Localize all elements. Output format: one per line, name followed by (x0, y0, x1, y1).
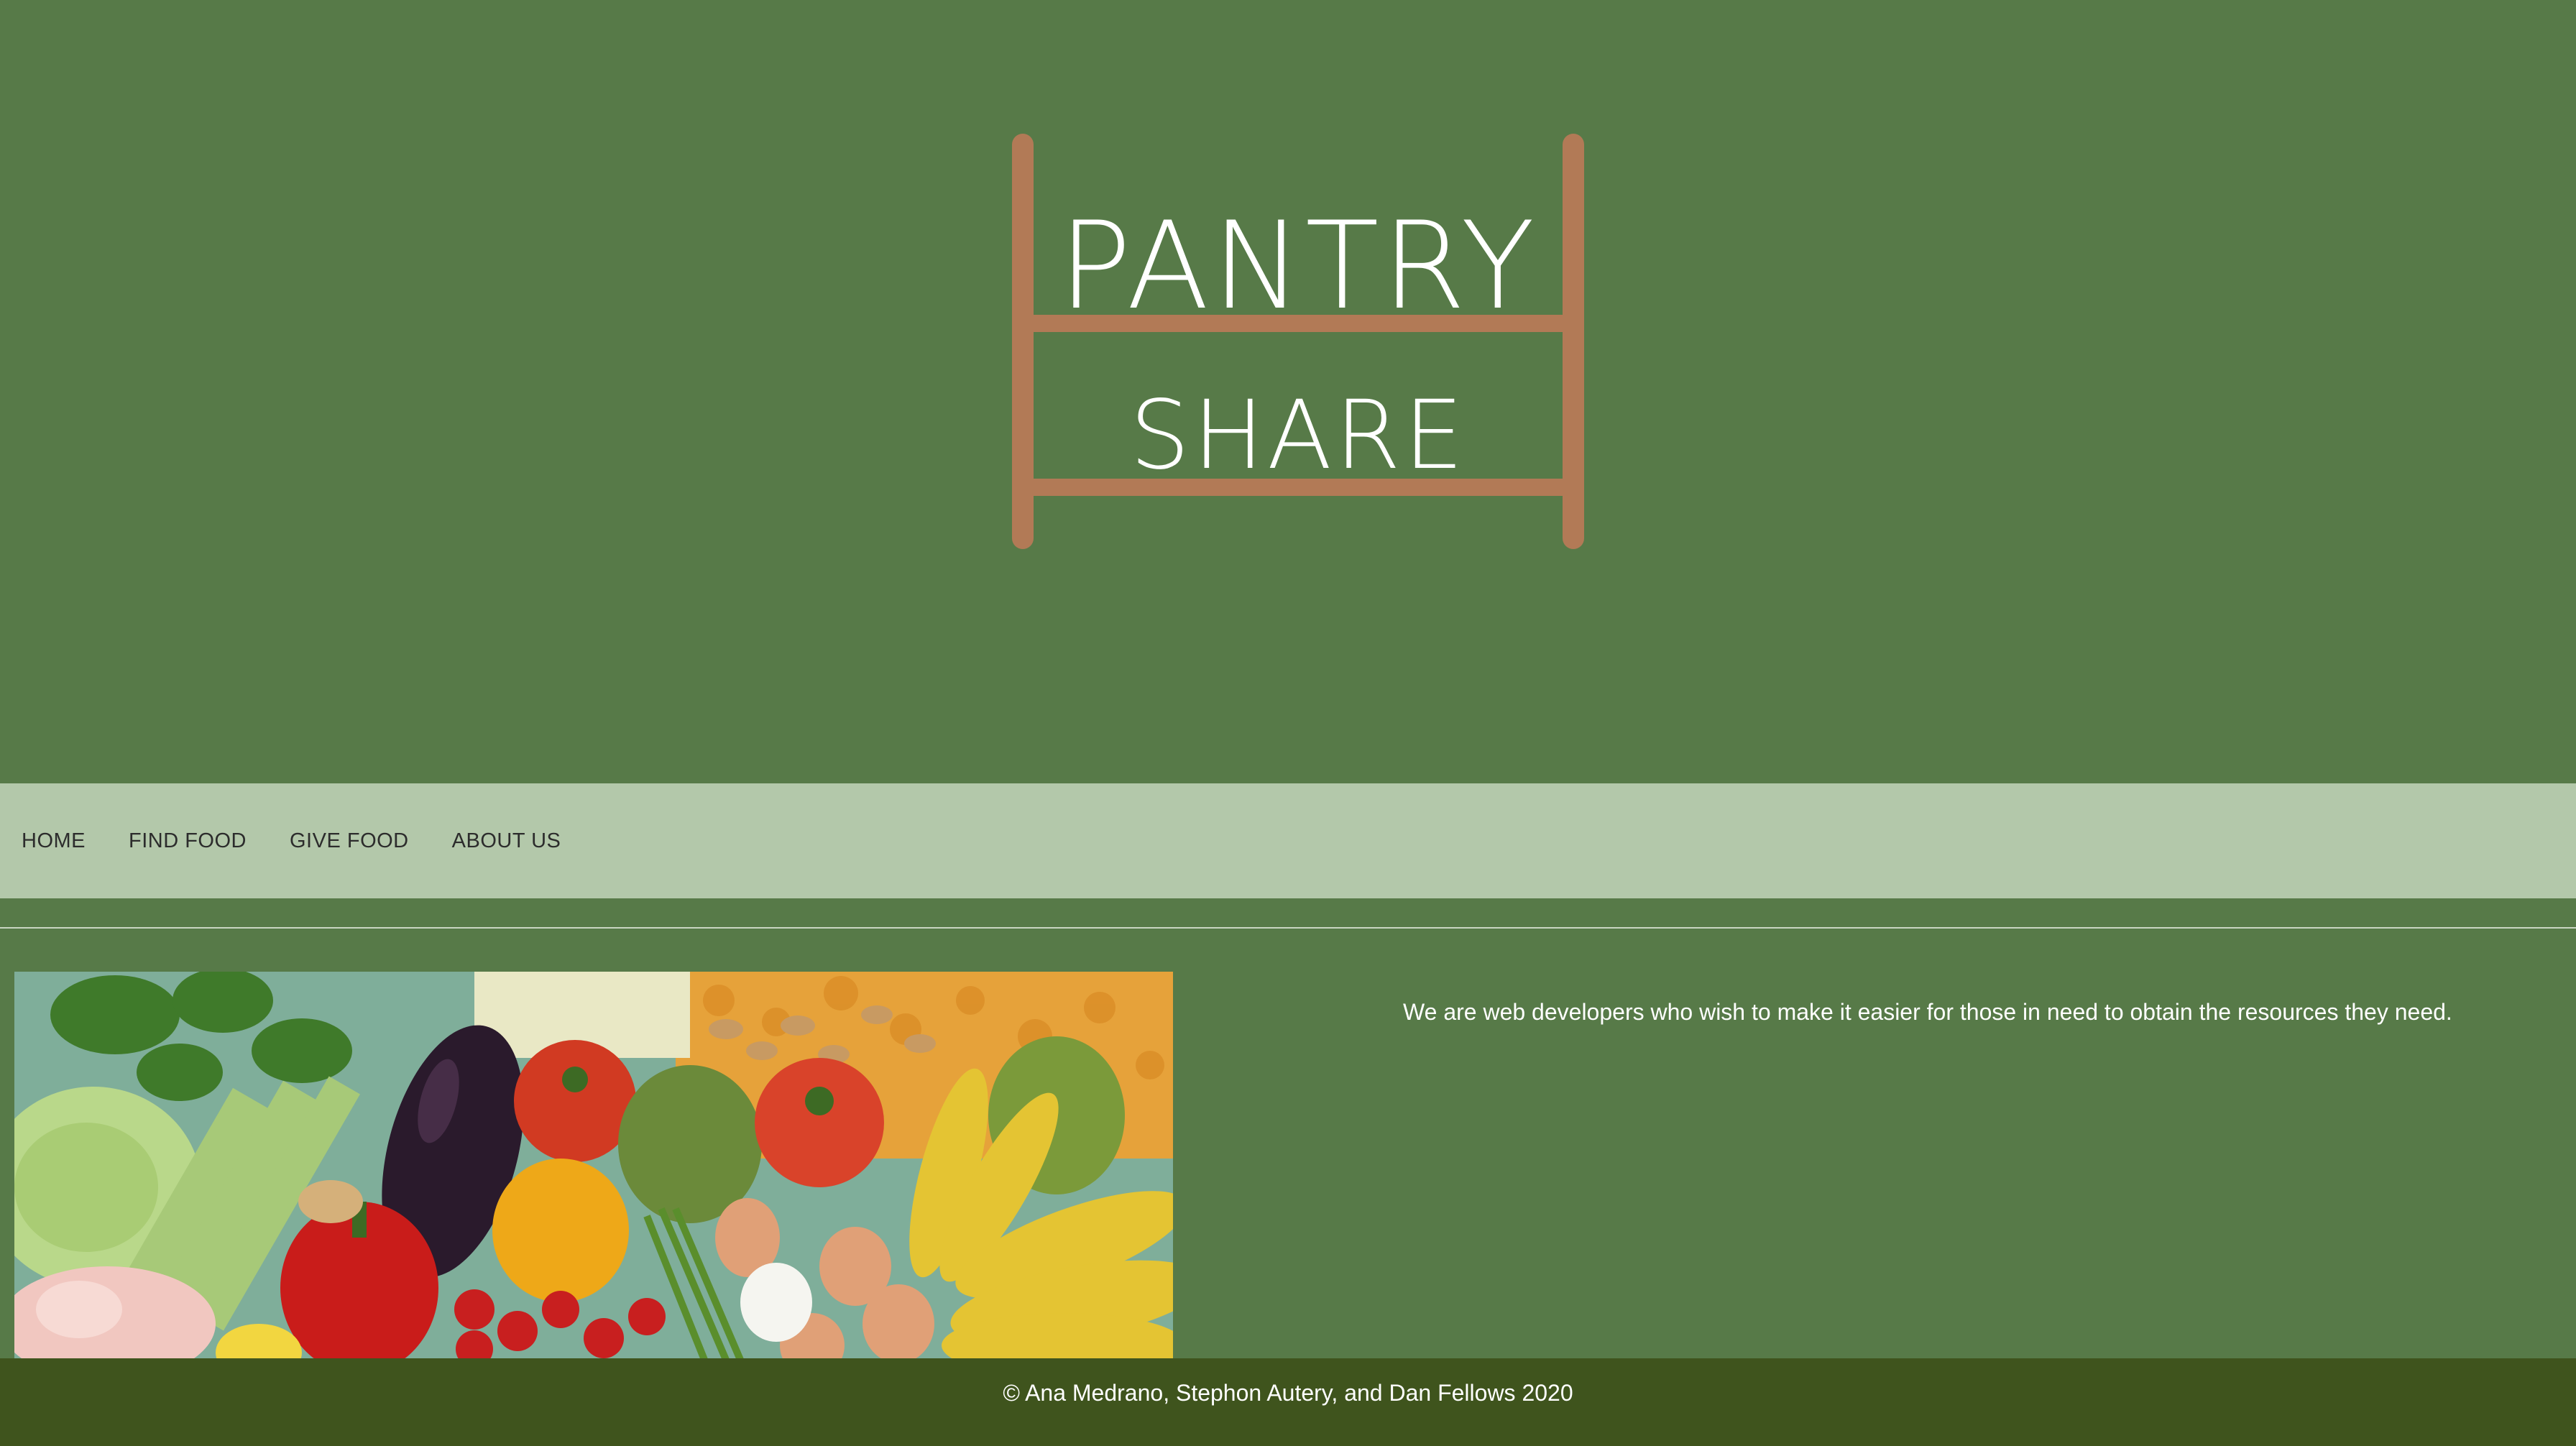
nav-link-about-us[interactable]: ABOUT US (452, 829, 561, 852)
produce-photo (14, 972, 1173, 1360)
section-divider (0, 927, 2576, 929)
logo-word-pantry: PANTRY (1058, 195, 1538, 336)
nav-link-give-food[interactable]: GIVE FOOD (290, 829, 409, 852)
nav-link-home[interactable]: HOME (22, 829, 86, 852)
footer-copyright: © Ana Medrano, Stephon Autery, and Dan F… (1003, 1380, 1573, 1406)
site-footer: © Ana Medrano, Stephon Autery, and Dan F… (0, 1358, 2576, 1446)
nav-item-find-food: FIND FOOD (129, 829, 247, 853)
pantry-share-logo[interactable]: PANTRY SHARE (1012, 134, 1591, 552)
page: PANTRY SHARE HOME FIND FOOD GIVE FOOD AB… (0, 0, 2576, 1446)
main-navigation: HOME FIND FOOD GIVE FOOD ABOUT US (0, 783, 2576, 898)
logo-word-share: SHARE (1129, 380, 1467, 491)
nav-list: HOME FIND FOOD GIVE FOOD ABOUT US (22, 783, 561, 898)
nav-item-give-food: GIVE FOOD (290, 829, 409, 853)
about-text: We are web developers who wish to make i… (1403, 999, 2452, 1025)
produce-illustration (14, 972, 1173, 1360)
nav-item-home: HOME (22, 829, 86, 853)
site-header: PANTRY SHARE (0, 0, 2576, 783)
nav-link-find-food[interactable]: FIND FOOD (129, 829, 247, 852)
nav-item-about-us: ABOUT US (452, 829, 561, 853)
